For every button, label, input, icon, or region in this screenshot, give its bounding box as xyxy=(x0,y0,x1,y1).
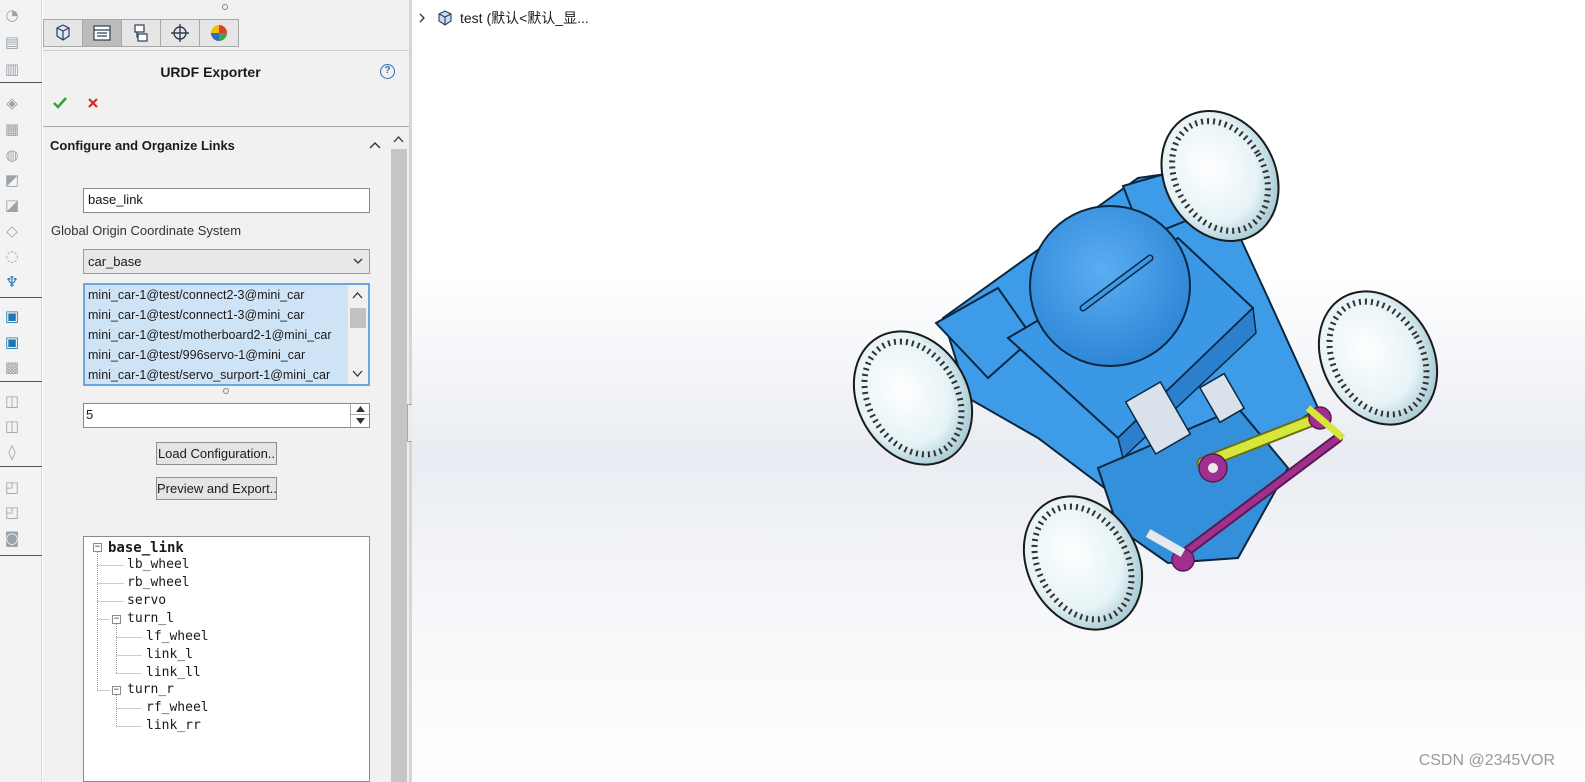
list-item[interactable]: mini_car-1@test/servo_surport-1@mini_car xyxy=(85,365,347,384)
tool-icon[interactable]: ◙ xyxy=(3,529,21,547)
child-count-value: 5 xyxy=(86,407,94,422)
triangle-up-icon xyxy=(355,406,365,412)
feature-manager-icon xyxy=(56,24,70,41)
cancel-x-icon[interactable] xyxy=(85,95,101,111)
ok-check-icon[interactable] xyxy=(52,95,68,111)
tool-icon[interactable]: ▩ xyxy=(3,358,21,376)
tool-icon[interactable]: ◔ xyxy=(3,6,21,24)
tree-node[interactable]: turn_r xyxy=(127,682,174,698)
tab-configuration-manager[interactable] xyxy=(121,19,161,47)
list-item[interactable]: mini_car-1@test/connect1-3@mini_car xyxy=(85,305,347,325)
spinner-buttons xyxy=(350,404,369,427)
property-manager-title: URDF Exporter xyxy=(160,64,261,80)
tree-node[interactable]: link_rr xyxy=(146,718,201,734)
list-item[interactable]: mini_car-1@test/996servo-1@mini_car xyxy=(85,345,347,365)
assembly-name: test (默认<默认_显... xyxy=(460,10,589,26)
tab-feature-manager[interactable] xyxy=(43,19,83,47)
display-manager-icon xyxy=(211,25,227,41)
tool-icon[interactable]: ◍ xyxy=(3,146,21,164)
tab-dimxpert-manager[interactable] xyxy=(160,19,200,47)
tab-display-manager[interactable] xyxy=(199,19,239,47)
origin-coordinate-select[interactable]: car_base xyxy=(83,249,370,274)
tree-node[interactable]: servo xyxy=(127,593,166,609)
group-title: Configure and Organize Links xyxy=(50,138,235,153)
collapse-toggle[interactable]: − xyxy=(93,543,102,552)
property-manager-icon xyxy=(93,25,111,41)
preview-export-button[interactable]: Preview and Export.. xyxy=(156,477,277,500)
tool-icon[interactable]: ◪ xyxy=(3,196,21,214)
tool-icon[interactable]: ▤ xyxy=(3,33,21,51)
tool-icon[interactable]: ◰ xyxy=(3,503,21,521)
dimxpert-icon xyxy=(171,24,189,42)
tree-node[interactable]: rf_wheel xyxy=(146,700,209,716)
tool-icon[interactable]: ▥ xyxy=(3,60,21,78)
list-item[interactable]: mini_car-1@test/connect2-3@mini_car xyxy=(85,285,347,305)
tree-node[interactable]: link_ll xyxy=(146,665,201,681)
tree-node[interactable]: lf_wheel xyxy=(146,629,209,645)
tool-icon[interactable]: ▣ xyxy=(3,307,21,325)
watermark: CSDN @2345VOR xyxy=(1418,752,1555,769)
chevron-up-icon[interactable] xyxy=(369,140,381,150)
flyout-tree-root[interactable]: test (默认<默认_显... xyxy=(418,8,589,28)
tool-icon[interactable]: ◈ xyxy=(3,94,21,112)
tool-icon[interactable]: ▣ xyxy=(3,333,21,351)
tool-icon[interactable]: ◩ xyxy=(3,171,21,189)
panel-scrollbar[interactable] xyxy=(389,130,409,782)
tab-property-manager[interactable] xyxy=(82,19,122,47)
expand-arrow-icon[interactable] xyxy=(418,13,426,23)
scroll-up-icon[interactable] xyxy=(352,291,363,299)
assembly-icon xyxy=(438,10,452,26)
link-tree-view[interactable]: − base_link lb_wheel rb_wheel servo − tu… xyxy=(83,536,370,782)
command-icon-strip: ◔ ▤ ▥ ◈ ▦ ◍ ◩ ◪ ◇ ◌ ♆ ▣ ▣ ▩ ◫ ◫ ◊ ◰ ◰ ◙ xyxy=(0,0,42,782)
tree-node[interactable]: turn_l xyxy=(127,611,174,627)
manager-tabs xyxy=(43,19,239,47)
tool-icon[interactable]: ◇ xyxy=(3,222,21,240)
robot-car-model[interactable] xyxy=(848,108,1448,648)
tree-node[interactable]: link_l xyxy=(146,647,193,663)
load-configuration-button[interactable]: Load Configuration.. xyxy=(156,442,277,465)
components-listbox[interactable]: mini_car-1@test/connect2-3@mini_car mini… xyxy=(83,283,370,386)
help-icon[interactable]: ? xyxy=(380,64,395,79)
urdf-exporter-icon[interactable]: ♆ xyxy=(3,273,21,291)
scroll-up-icon[interactable] xyxy=(393,135,404,143)
scroll-thumb[interactable] xyxy=(391,149,407,782)
listbox-resize-grip[interactable] xyxy=(223,388,229,394)
panel-grip[interactable] xyxy=(222,4,228,10)
origin-label: Global Origin Coordinate System xyxy=(51,223,242,238)
tool-icon[interactable]: ▦ xyxy=(3,120,21,138)
configuration-manager-icon xyxy=(134,24,148,42)
tool-icon[interactable]: ◌ xyxy=(3,247,21,265)
link-name-field[interactable]: base_link xyxy=(83,188,370,213)
tool-icon[interactable]: ◫ xyxy=(3,392,21,410)
tree-node[interactable]: rb_wheel xyxy=(127,575,190,591)
tree-node[interactable]: lb_wheel xyxy=(127,557,190,573)
tree-node-base-link[interactable]: base_link xyxy=(108,540,184,556)
chevron-down-icon xyxy=(353,258,363,264)
graphics-area[interactable]: test (默认<默认_显... CSDN @2345VOR xyxy=(412,0,1585,782)
triangle-down-icon xyxy=(355,417,365,424)
listbox-scrollbar[interactable] xyxy=(348,285,368,384)
property-manager-panel: URDF Exporter ? Configure and Organize L… xyxy=(43,0,409,782)
tool-icon[interactable]: ◫ xyxy=(3,417,21,435)
collapse-toggle[interactable]: − xyxy=(112,686,121,695)
solidworks-window: ◔ ▤ ▥ ◈ ▦ ◍ ◩ ◪ ◇ ◌ ♆ ▣ ▣ ▩ ◫ ◫ ◊ ◰ ◰ ◙ xyxy=(0,0,1585,782)
configure-links-group: Configure and Organize Links base_link G… xyxy=(43,130,387,782)
list-item[interactable]: mini_car-1@test/motherboard2-1@mini_car xyxy=(85,325,347,345)
scroll-thumb[interactable] xyxy=(350,308,366,328)
scroll-down-icon[interactable] xyxy=(352,370,363,378)
collapse-toggle[interactable]: − xyxy=(112,615,121,624)
tool-icon[interactable]: ◰ xyxy=(3,478,21,496)
tool-icon[interactable]: ◊ xyxy=(3,443,21,461)
spin-down-button[interactable] xyxy=(351,415,369,426)
spin-up-button[interactable] xyxy=(351,404,369,415)
child-count-spinner[interactable]: 5 xyxy=(83,403,370,428)
origin-selected-value: car_base xyxy=(88,254,142,269)
tree-connector-lines xyxy=(97,552,142,727)
